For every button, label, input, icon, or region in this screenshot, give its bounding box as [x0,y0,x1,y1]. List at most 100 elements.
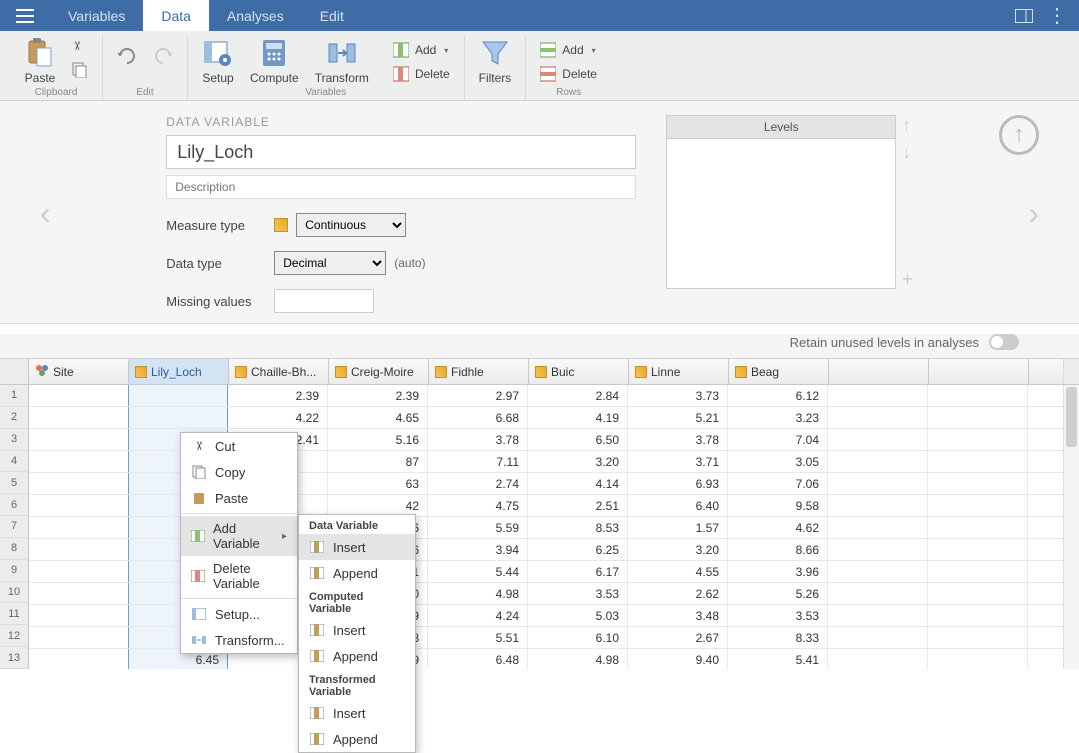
variable-description-input[interactable] [166,175,636,199]
cell[interactable]: 3.53 [528,583,628,604]
select-all-corner[interactable] [0,359,29,384]
cell[interactable]: 3.73 [628,385,728,406]
tab-analyses[interactable]: Analyses [209,0,302,31]
cell[interactable]: 2.97 [428,385,528,406]
cell[interactable] [928,605,1028,626]
cell[interactable]: 7.11 [428,451,528,472]
cell[interactable]: 3.53 [728,605,828,626]
row-number[interactable]: 10 [0,582,28,604]
cell[interactable]: 4.19 [528,407,628,428]
cell[interactable] [828,649,928,669]
tab-variables[interactable]: Variables [50,0,143,31]
more-menu-button[interactable]: ⋮ [1047,6,1067,26]
cell[interactable] [928,583,1028,604]
cell[interactable] [828,627,928,648]
row-number[interactable]: 1 [0,385,28,407]
cell[interactable] [29,495,129,516]
row-number[interactable]: 11 [0,603,28,625]
cell[interactable] [29,539,129,560]
setup-button[interactable]: Setup [198,35,238,87]
submenu-item-insert[interactable]: Insert [299,617,415,643]
measure-type-select[interactable]: Continuous [296,213,406,237]
layout-icon[interactable] [1015,9,1033,23]
cell[interactable]: 2.62 [628,583,728,604]
cell[interactable]: 5.51 [428,627,528,648]
variable-name-input[interactable] [166,135,636,169]
cell[interactable]: 5.59 [428,517,528,538]
delete-row-button[interactable]: Delete [536,63,601,85]
row-number[interactable]: 2 [0,407,28,429]
cell[interactable] [828,605,928,626]
cell[interactable]: 4.65 [328,407,428,428]
cell[interactable]: 6.25 [528,539,628,560]
cell[interactable]: 2.74 [428,473,528,494]
cell[interactable]: 3.96 [728,561,828,582]
cell[interactable]: 2.39 [328,385,428,406]
menu-item-cut[interactable]: ✂Cut [181,433,297,459]
column-header[interactable]: Beag [729,359,829,384]
column-header[interactable]: Fidhle [429,359,529,384]
cell[interactable] [928,495,1028,516]
cell[interactable]: 87 [328,451,428,472]
cell[interactable] [128,407,228,428]
level-add-button[interactable]: + [902,269,913,290]
cell[interactable]: 3.78 [428,429,528,450]
cell[interactable]: 2.84 [528,385,628,406]
compute-button[interactable]: Compute [246,35,303,87]
cell[interactable] [828,451,928,472]
column-header[interactable]: Site [29,359,129,384]
add-row-button[interactable]: Add▾ [536,39,601,61]
cell[interactable]: 2.39 [228,385,328,406]
cell[interactable] [29,451,129,472]
levels-list[interactable] [666,139,896,289]
cell[interactable]: 8.53 [528,517,628,538]
menu-item-add-variable[interactable]: Add Variable▸ [181,516,297,556]
cell[interactable] [828,517,928,538]
cell[interactable]: 5.21 [628,407,728,428]
cell[interactable] [828,561,928,582]
cell[interactable]: 8.33 [728,627,828,648]
cell[interactable] [828,473,928,494]
cell[interactable]: 3.23 [728,407,828,428]
cell[interactable] [928,649,1028,669]
undo-button[interactable] [113,45,141,67]
cell[interactable]: 3.71 [628,451,728,472]
cell[interactable] [928,561,1028,582]
cell[interactable] [29,605,129,626]
cell[interactable]: 3.94 [428,539,528,560]
cell[interactable]: 4.75 [428,495,528,516]
app-menu-button[interactable] [0,0,50,31]
level-up-button[interactable]: ↑ [902,115,913,136]
cell[interactable] [29,649,129,669]
cell[interactable]: 5.16 [328,429,428,450]
cell[interactable]: 6.17 [528,561,628,582]
cell[interactable] [29,627,129,648]
cell[interactable] [29,385,129,406]
cell[interactable] [29,473,129,494]
cell[interactable]: 5.44 [428,561,528,582]
cell[interactable] [928,407,1028,428]
delete-variable-button[interactable]: Delete [389,63,454,85]
cell[interactable]: 2.67 [628,627,728,648]
row-number[interactable]: 13 [0,647,28,669]
cell[interactable]: 3.48 [628,605,728,626]
empty-column[interactable] [829,359,929,384]
copy-button[interactable] [68,59,92,81]
filters-button[interactable]: Filters [475,35,516,87]
cell[interactable]: 4.22 [228,407,328,428]
cell[interactable]: 6.50 [528,429,628,450]
cell[interactable]: 7.06 [728,473,828,494]
tab-data[interactable]: Data [143,0,209,31]
cell[interactable] [128,385,228,406]
cell[interactable] [828,539,928,560]
redo-button[interactable] [149,45,177,67]
submenu-item-insert[interactable]: Insert [299,700,415,726]
cell[interactable] [828,429,928,450]
cell[interactable] [928,385,1028,406]
missing-values-input[interactable] [274,289,374,313]
cell[interactable]: 4.62 [728,517,828,538]
row-number[interactable]: 12 [0,625,28,647]
cell[interactable]: 4.55 [628,561,728,582]
empty-column[interactable] [929,359,1029,384]
cell[interactable]: 4.98 [428,583,528,604]
